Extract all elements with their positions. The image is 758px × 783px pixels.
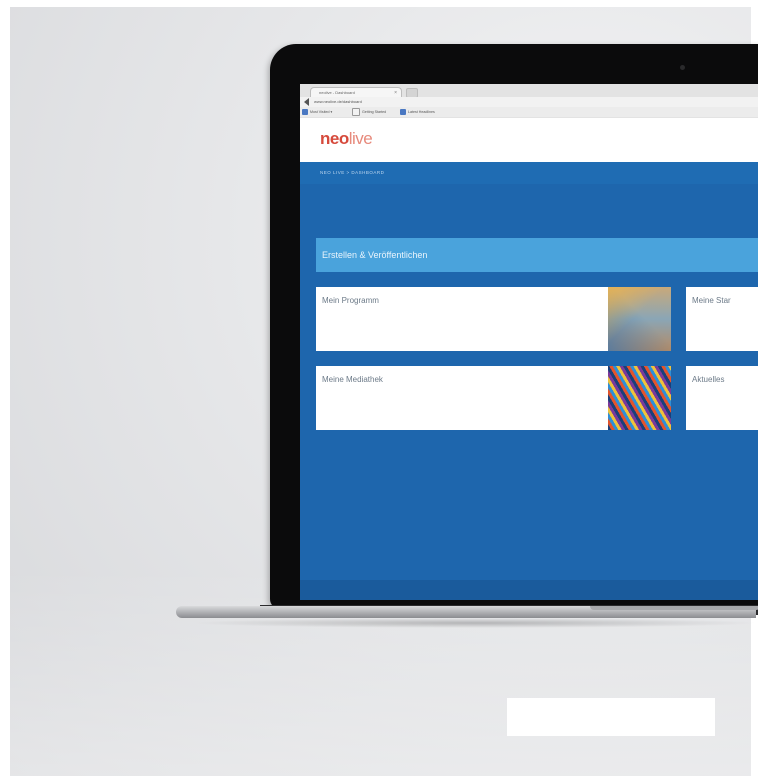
page-footer <box>300 580 758 600</box>
bookmark-label: Latest Headlines <box>408 110 435 114</box>
site-logo[interactable]: neolive <box>320 129 373 149</box>
browser-chrome: neolive - Dashboard × www.neolive.de/das… <box>300 84 758 119</box>
bookmark-label: Most Visited ▾ <box>310 110 333 114</box>
logo-text-live: live <box>348 129 373 148</box>
bookmark-item[interactable]: Latest Headlines <box>400 108 435 116</box>
bookmarks-bar: Most Visited ▾ Getting Started Latest He… <box>300 107 758 117</box>
page-icon <box>352 108 360 117</box>
address-bar-url: www.neolive.de/dashboard <box>314 99 362 104</box>
browser-tab-title: neolive - Dashboard <box>319 90 355 95</box>
folder-icon <box>302 109 308 116</box>
laptop-base-notch <box>590 606 758 610</box>
site-header: neolive <box>300 118 758 162</box>
card-aktuelles[interactable]: Aktuelles <box>686 366 758 430</box>
rss-icon <box>400 109 406 116</box>
blank-label-box <box>507 698 715 736</box>
card-title: Aktuelles <box>692 375 725 384</box>
mediathek-thumbnail-image <box>608 366 671 430</box>
back-arrow-icon[interactable] <box>304 98 309 106</box>
card-meine-star[interactable]: Meine Star <box>686 287 758 351</box>
bookmark-item[interactable]: Most Visited ▾ <box>302 108 332 116</box>
laptop-shadow <box>190 618 758 628</box>
browser-tab[interactable]: neolive - Dashboard × <box>310 87 402 97</box>
create-publish-label: Erstellen & Veröffentlichen <box>322 250 428 260</box>
bookmark-item[interactable]: Getting Started <box>352 108 387 117</box>
card-title: Mein Programm <box>322 296 379 305</box>
breadcrumb-bar: NEO LIVE > DASHBOARD <box>300 162 758 184</box>
laptop-lid: neolive - Dashboard × www.neolive.de/das… <box>270 44 758 609</box>
laptop-screen: neolive - Dashboard × www.neolive.de/das… <box>300 84 758 600</box>
card-mein-programm[interactable]: Mein Programm <box>316 287 671 351</box>
logo-text-neo: neo <box>320 129 349 148</box>
card-title: Meine Mediathek <box>322 375 383 384</box>
card-title: Meine Star <box>692 296 731 305</box>
breadcrumb[interactable]: NEO LIVE > DASHBOARD <box>320 170 384 176</box>
address-bar[interactable]: www.neolive.de/dashboard <box>300 97 758 107</box>
bookmark-label: Getting Started <box>362 110 387 114</box>
close-icon[interactable]: × <box>394 88 397 97</box>
card-meine-mediathek[interactable]: Meine Mediathek <box>316 366 671 430</box>
camera-icon <box>680 65 685 70</box>
program-thumbnail-image <box>608 287 671 351</box>
create-publish-button[interactable]: Erstellen & Veröffentlichen <box>316 238 758 272</box>
